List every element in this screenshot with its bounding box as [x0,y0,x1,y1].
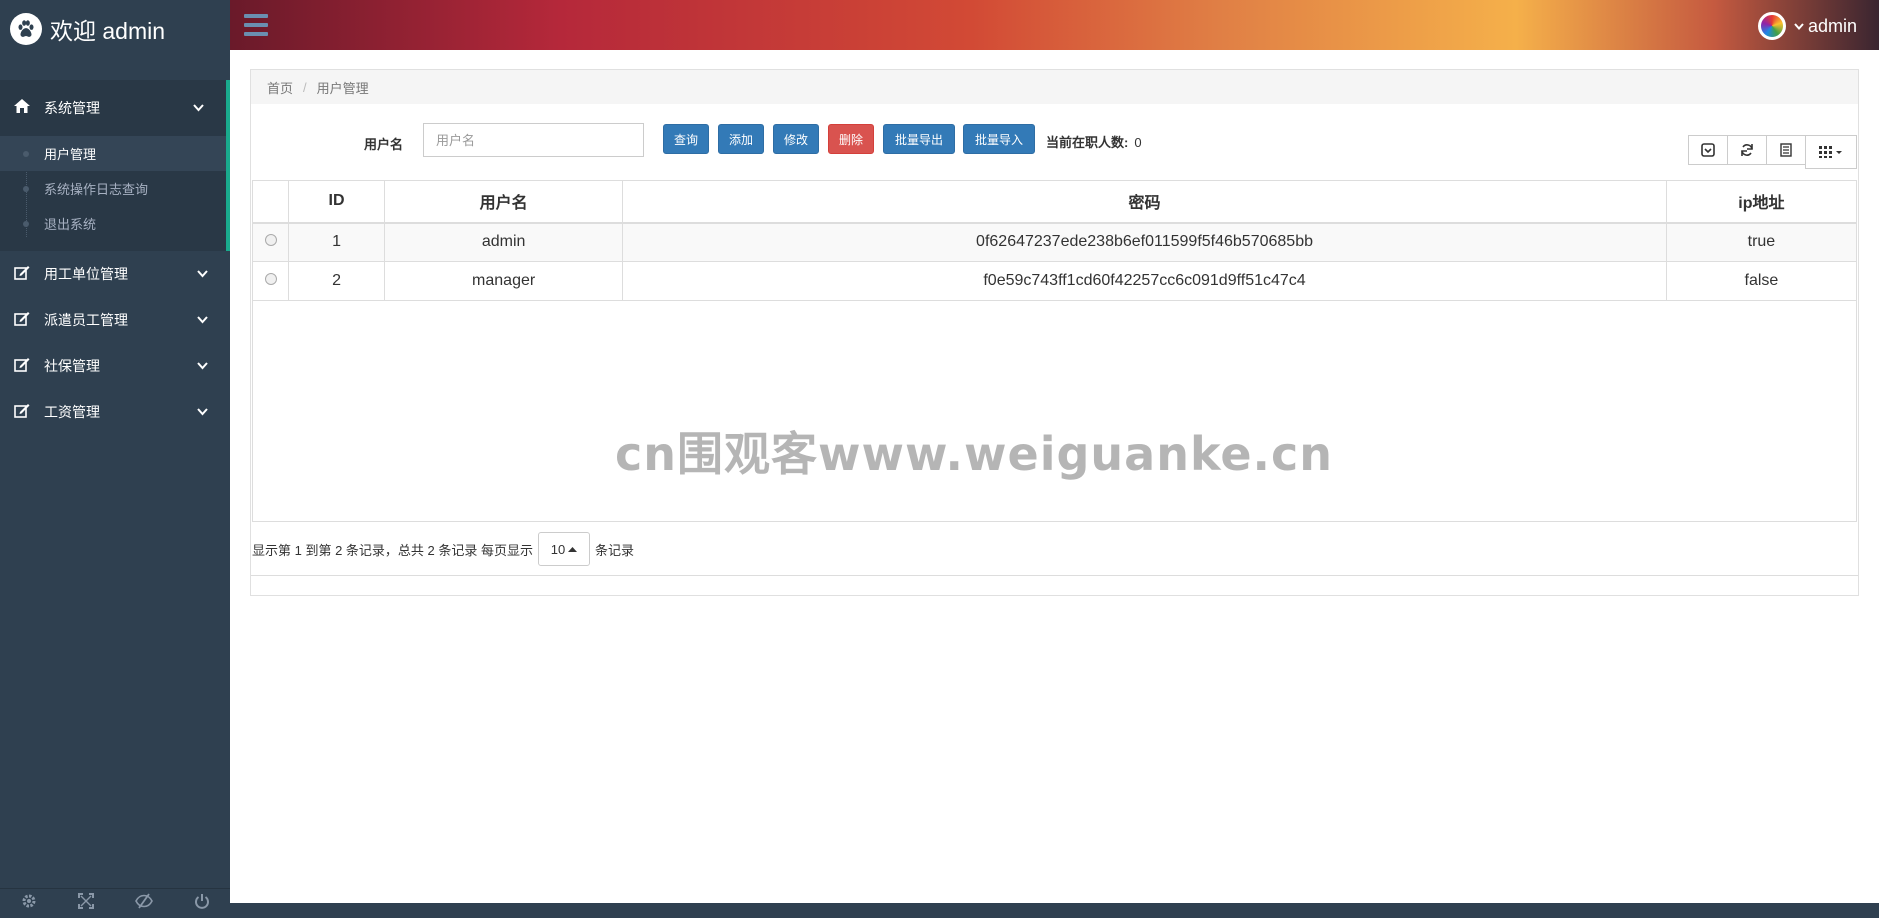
fullscreen-icon[interactable] [77,893,94,914]
column-header-username[interactable]: 用户名 [384,180,624,224]
toolbar: 用户名 查询 添加 修改 删除 批量导出 批量导入 当前在职人数: 0 [251,104,1858,178]
cell-ip: false [1665,261,1858,301]
menu-employer-management[interactable]: 用工单位管理 [0,251,230,297]
menu-dispatch-staff-management[interactable]: 派遣员工管理 [0,297,230,343]
column-header-ip[interactable]: ip地址 [1665,180,1858,224]
active-staff-count: 当前在职人数: 0 [1046,132,1142,151]
count-label: 当前在职人数: [1046,135,1129,150]
paw-icon [10,13,42,45]
menu-salary-management[interactable]: 工资管理 [0,389,230,435]
chevron-down-icon [197,405,208,419]
sidebar-brand: 欢迎 admin [0,0,230,58]
username-label: 用户名 [364,137,404,152]
breadcrumb-separator: / [303,79,307,95]
menu-label: 社保管理 [44,358,100,374]
select-column-header [251,180,290,224]
toggle-view-icon[interactable] [1766,135,1806,165]
pagination-suffix: 条记录 [594,542,634,558]
cell-username: admin [384,222,624,262]
content-panel: 首页 / 用户管理 用户名 查询 添加 修改 删除 批量导出 批量导入 当前在职… [250,69,1859,596]
menu-toggle-icon[interactable] [244,14,268,36]
username-search-input[interactable] [423,123,644,157]
batch-export-button[interactable]: 批量导出 [883,124,955,154]
cell-password: 0f62647237ede238b6ef011599f5f46b570685bb [622,222,1667,262]
brand-title: 欢迎 admin [50,18,166,44]
add-button[interactable]: 添加 [718,124,764,154]
page-size-value: 10 [550,541,566,557]
edit-button[interactable]: 修改 [773,124,819,154]
chevron-down-icon [197,313,208,327]
delete-button[interactable]: 删除 [828,124,874,154]
cell-id: 2 [288,261,386,301]
menu-group-dispatch: 派遣员工管理 [0,297,230,343]
breadcrumb: 首页 / 用户管理 [251,70,1858,104]
menu-group-salary: 工资管理 [0,389,230,435]
menu-system-management[interactable]: 系统管理 [0,80,226,136]
page-size-dropdown[interactable]: 10 [537,532,590,566]
menu-social-security-management[interactable]: 社保管理 [0,343,230,389]
edit-icon [14,403,30,422]
home-icon [14,99,30,117]
user-menu[interactable]: admin [1757,12,1857,40]
edit-icon [14,311,30,330]
user-table: ID 用户名 密码 ip地址 1 admin 0f62647237ede238b… [251,180,1858,301]
chevron-down-icon [193,101,204,115]
cell-ip: true [1665,222,1858,262]
radio-button[interactable] [264,273,277,285]
radio-button[interactable] [264,234,277,247]
batch-import-button[interactable]: 批量导入 [963,124,1035,154]
gear-icon[interactable] [21,893,37,914]
pagination: 显示第 1 到第 2 条记录，总共 2 条记录 每页显示 10 条记录 [252,532,634,566]
column-header-id[interactable]: ID [288,180,386,224]
sidebar: 欢迎 admin 系统管理 用户管理 系统操作日志查询 退出系统 用工单位管理 … [0,0,230,918]
sidebar-item-operation-log[interactable]: 系统操作日志查询 [0,171,226,206]
panel-divider [251,575,1858,576]
sidebar-item-logout[interactable]: 退出系统 [0,206,226,241]
chevron-down-icon [1794,19,1804,33]
breadcrumb-current: 用户管理 [316,80,369,96]
menu-label: 派遣员工管理 [44,312,128,328]
top-banner: admin [230,0,1879,50]
bottom-bar [230,903,1879,918]
menu-group-social: 社保管理 [0,343,230,389]
chevron-down-icon [197,359,208,373]
cell-id: 1 [288,222,386,262]
row-select[interactable] [251,261,290,301]
table-tools [1688,135,1857,169]
avatar [1757,12,1786,40]
menu-label: 系统管理 [44,100,100,116]
query-button[interactable]: 查询 [663,124,709,154]
sidebar-item-user-management[interactable]: 用户管理 [0,136,226,171]
menu-label: 工资管理 [44,404,100,420]
row-select[interactable] [251,222,290,262]
column-header-password[interactable]: 密码 [622,180,1667,224]
count-value: 0 [1134,135,1142,150]
sidebar-footer [0,888,230,918]
breadcrumb-home[interactable]: 首页 [267,78,293,97]
sidebar-menu: 系统管理 用户管理 系统操作日志查询 退出系统 用工单位管理 派遣员工管理 社保… [0,80,230,435]
cell-username: manager [384,261,624,301]
pagination-summary: 显示第 1 到第 2 条记录，总共 2 条记录 每页显示 [252,542,533,558]
edit-icon [14,357,30,376]
table-row[interactable]: 1 admin 0f62647237ede238b6ef011599f5f46b… [251,222,1858,262]
power-icon[interactable] [194,893,210,914]
edit-icon [14,265,30,284]
username: admin [1807,15,1857,36]
menu-label: 用工单位管理 [44,266,128,282]
chevron-down-icon [197,267,208,281]
eye-slash-icon[interactable] [134,893,153,914]
submenu-system: 用户管理 系统操作日志查询 退出系统 [0,136,226,251]
toggle-pagination-icon[interactable] [1688,135,1728,165]
caret-up-icon [568,547,578,552]
table-row[interactable]: 2 manager f0e59c743ff1cd60f42257cc6c091d… [251,261,1858,301]
columns-menu-icon[interactable] [1805,135,1857,169]
menu-group-employer: 用工单位管理 [0,251,230,297]
refresh-icon[interactable] [1727,135,1767,165]
cell-password: f0e59c743ff1cd60f42257cc6c091d9ff51c47c4 [622,261,1667,301]
menu-group-system: 系统管理 用户管理 系统操作日志查询 退出系统 [0,80,230,251]
